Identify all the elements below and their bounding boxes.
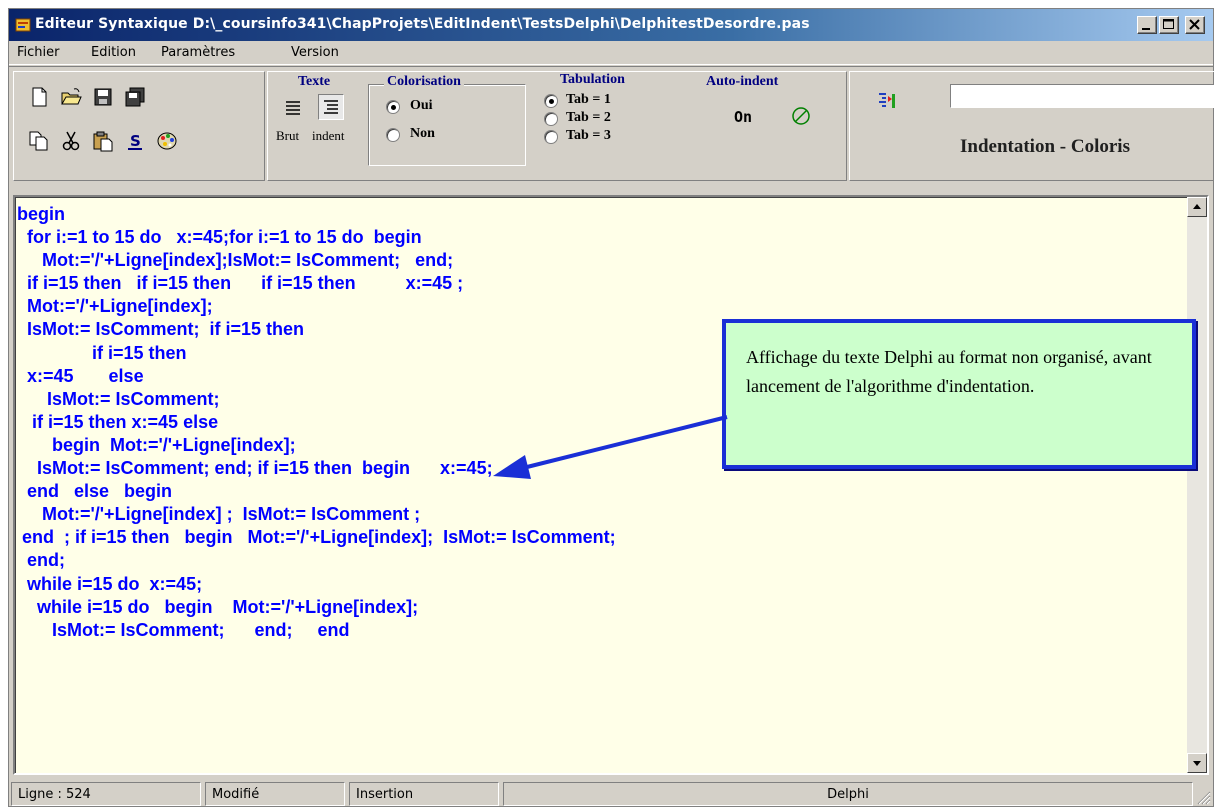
minimize-icon <box>1142 28 1150 30</box>
code-line[interactable]: Mot:='/'+Ligne[index] ; IsMot:= IsCommen… <box>17 503 1177 526</box>
save-all-icon[interactable] <box>124 86 146 108</box>
menu-version[interactable]: Version <box>291 45 339 60</box>
tab-1-radio[interactable] <box>544 94 558 108</box>
palette-icon[interactable] <box>156 130 178 152</box>
tab-2-label: Tab = 2 <box>566 110 611 125</box>
indent-toggle[interactable] <box>318 94 344 120</box>
texte-title: Texte <box>298 74 331 89</box>
colorisation-group <box>368 84 526 166</box>
file-edit-panel: S <box>13 71 265 181</box>
tab-1-label: Tab = 1 <box>566 92 611 107</box>
code-line[interactable]: end; <box>17 549 1177 572</box>
code-line[interactable]: begin <box>17 203 1177 226</box>
editor-window: Editeur Syntaxique D:\_coursinfo341\Chap… <box>8 8 1214 807</box>
resize-grip-icon[interactable] <box>1195 789 1211 805</box>
status-mode: Insertion <box>349 782 499 806</box>
indent-label: indent <box>312 128 345 143</box>
svg-text:S: S <box>130 132 141 150</box>
open-folder-icon[interactable] <box>60 86 82 108</box>
annotation-arrow <box>493 415 728 479</box>
colorisation-oui-radio[interactable] <box>386 100 400 114</box>
menu-bar: Fichier Edition Paramètres Version <box>9 41 1213 65</box>
menu-parametres[interactable]: Paramètres <box>161 45 235 60</box>
arrow-up-icon <box>1193 204 1201 209</box>
status-bar: Ligne : 524 Modifié Insertion Delphi <box>9 779 1213 807</box>
autoindent-title: Auto-indent <box>706 74 779 89</box>
colorisation-oui-label: Oui <box>410 98 433 113</box>
autoindent-state: On <box>734 108 753 126</box>
minimize-button[interactable] <box>1137 16 1157 34</box>
annotation-callout: Affichage du texte Delphi au format non … <box>722 319 1196 469</box>
arrow-down-icon <box>1193 761 1201 766</box>
underline-s-icon[interactable]: S <box>124 130 146 152</box>
indent-icon <box>324 100 338 114</box>
menu-fichier[interactable]: Fichier <box>17 45 60 60</box>
maximize-icon <box>1163 19 1174 29</box>
status-language: Delphi <box>503 782 1193 806</box>
cut-icon[interactable] <box>60 130 82 152</box>
vertical-scrollbar[interactable] <box>1187 197 1207 773</box>
code-line[interactable]: while i=15 do begin Mot:='/'+Ligne[index… <box>17 596 1177 619</box>
status-modified: Modifié <box>205 782 345 806</box>
annotation-text: Affichage du texte Delphi au format non … <box>746 347 1152 396</box>
brut-icon[interactable] <box>282 96 304 118</box>
autoindent-toggle-icon[interactable] <box>790 105 812 127</box>
code-line[interactable]: if i=15 then if i=15 then if i=15 then x… <box>17 272 1177 295</box>
new-file-icon[interactable] <box>28 86 50 108</box>
progress-field <box>950 84 1214 108</box>
options-panel: Texte Brut indent Colorisation Oui Non T… <box>267 71 847 181</box>
code-line[interactable]: Mot:='/'+Ligne[index];IsMot:= IsComment;… <box>17 249 1177 272</box>
tab-3-label: Tab = 3 <box>566 128 611 143</box>
paste-icon[interactable] <box>92 130 114 152</box>
scroll-up-button[interactable] <box>1187 197 1207 217</box>
colorisation-non-radio[interactable] <box>386 128 400 142</box>
code-line[interactable]: end ; if i=15 then begin Mot:='/'+Ligne[… <box>17 526 1177 549</box>
tab-2-radio[interactable] <box>544 112 558 126</box>
maximize-button[interactable] <box>1159 16 1179 34</box>
status-line: Ligne : 524 <box>11 782 201 806</box>
colorisation-title: Colorisation <box>384 74 464 90</box>
code-line[interactable]: for i:=1 to 15 do x:=45;for i:=1 to 15 d… <box>17 226 1177 249</box>
code-line[interactable]: IsMot:= IsComment; end; end <box>17 619 1177 642</box>
brut-label: Brut <box>276 128 300 143</box>
run-indent-icon[interactable] <box>876 90 898 112</box>
toolbar: S Texte Brut indent Colorisation Oui Non… <box>9 66 1214 194</box>
menu-edition[interactable]: Edition <box>91 45 136 60</box>
app-icon <box>15 18 31 32</box>
tab-3-radio[interactable] <box>544 130 558 144</box>
code-line[interactable]: Mot:='/'+Ligne[index]; <box>17 295 1177 318</box>
copy-icon[interactable] <box>28 130 50 152</box>
tabulation-title: Tabulation <box>560 72 625 87</box>
code-line[interactable]: while i=15 do x:=45; <box>17 573 1177 596</box>
close-button[interactable] <box>1185 16 1205 34</box>
title-bar[interactable]: Editeur Syntaxique D:\_coursinfo341\Chap… <box>9 9 1213 41</box>
indentation-label: Indentation - Coloris <box>960 136 1130 157</box>
window-title: Editeur Syntaxique D:\_coursinfo341\Chap… <box>35 16 810 32</box>
indentation-panel: Indentation - Coloris <box>849 71 1214 181</box>
close-icon <box>1189 19 1200 30</box>
save-icon[interactable] <box>92 86 114 108</box>
scroll-down-button[interactable] <box>1187 753 1207 773</box>
colorisation-non-label: Non <box>410 126 435 141</box>
